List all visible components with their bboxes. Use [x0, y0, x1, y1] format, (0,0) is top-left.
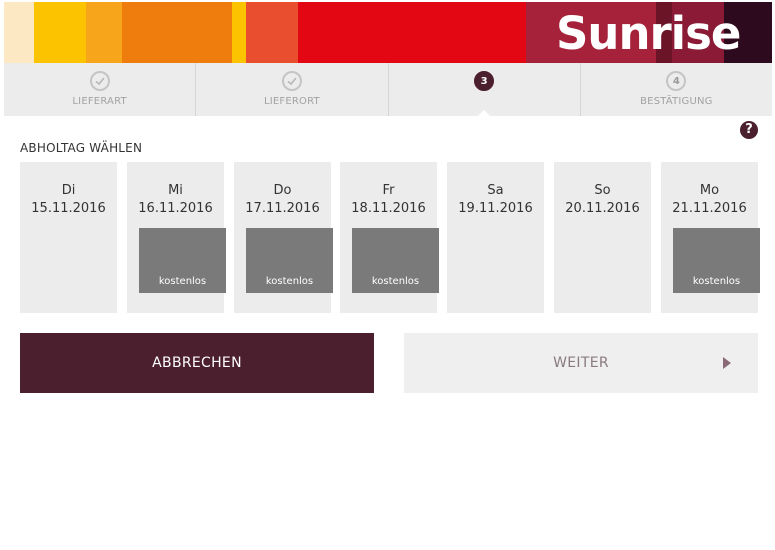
day-date: 21.11.2016	[672, 201, 747, 216]
step-label: LIEFERORT	[263, 96, 320, 107]
next-button[interactable]: WEITER	[404, 333, 758, 393]
day-date: 19.11.2016	[458, 201, 533, 216]
day-card[interactable]: Sa 19.11.2016	[447, 162, 544, 313]
banner-stripe	[4, 2, 34, 63]
slot-label: kostenlos	[371, 276, 420, 287]
help-icon[interactable]: ?	[740, 121, 758, 139]
day-card[interactable]: So 20.11.2016	[554, 162, 651, 313]
active-step-pointer	[477, 110, 492, 117]
slot-label: kostenlos	[692, 276, 741, 287]
chevron-right-icon	[723, 357, 731, 369]
banner-stripe	[34, 2, 86, 63]
day-weekday: So	[594, 183, 611, 198]
cancel-button[interactable]: ABBRECHEN	[20, 333, 374, 393]
slot-label: kostenlos	[158, 276, 207, 287]
day-card[interactable]: Mi 16.11.2016 kostenlos	[127, 162, 226, 313]
day-weekday: Mo	[699, 183, 720, 198]
step-abholtag: 3	[388, 63, 581, 117]
step-label: LIEFERART	[72, 96, 127, 107]
banner-stripe	[86, 2, 122, 63]
step-bestaetigung: 4 BESTÄTIGUNG	[581, 63, 772, 116]
step-number: 3	[474, 71, 495, 91]
day-weekday: Do	[273, 183, 292, 198]
banner-stripe	[298, 2, 526, 63]
next-button-label: WEITER	[553, 355, 609, 371]
pickup-slot[interactable]: kostenlos	[139, 228, 226, 293]
day-picker: Di 15.11.2016 Mi 16.11.2016 kostenlos Do…	[20, 162, 760, 313]
banner-stripe	[246, 2, 298, 63]
day-date: 16.11.2016	[138, 201, 213, 216]
pickup-slot[interactable]: kostenlos	[246, 228, 333, 293]
day-date: 20.11.2016	[565, 201, 640, 216]
checkout-steps: LIEFERART LIEFERORT 3 4 BESTÄTIGUNG	[4, 63, 772, 117]
banner-stripe	[122, 2, 232, 63]
brand-banner: Sunrise	[4, 2, 772, 63]
slot-label: kostenlos	[265, 276, 314, 287]
pickup-slot[interactable]: kostenlos	[352, 228, 439, 293]
section-title: ABHOLTAG WÄHLEN	[20, 141, 143, 155]
step-number: 4	[666, 71, 687, 91]
day-date: 18.11.2016	[351, 201, 426, 216]
check-icon	[281, 71, 302, 91]
day-card[interactable]: Mo 21.11.2016 kostenlos	[661, 162, 760, 313]
step-label: BESTÄTIGUNG	[640, 96, 713, 107]
sunrise-logo[interactable]: Sunrise	[556, 8, 741, 60]
banner-stripe	[232, 2, 246, 63]
day-date: 17.11.2016	[245, 201, 320, 216]
day-card[interactable]: Fr 18.11.2016 kostenlos	[340, 162, 439, 313]
pickup-slot[interactable]: kostenlos	[673, 228, 760, 293]
day-weekday: Sa	[487, 183, 504, 198]
day-weekday: Fr	[382, 183, 395, 198]
day-weekday: Mi	[168, 183, 183, 198]
day-card[interactable]: Di 15.11.2016	[20, 162, 117, 313]
step-lieferort[interactable]: LIEFERORT	[196, 63, 389, 116]
check-icon	[89, 71, 110, 91]
day-date: 15.11.2016	[31, 201, 106, 216]
step-lieferart[interactable]: LIEFERART	[4, 63, 197, 116]
day-card[interactable]: Do 17.11.2016 kostenlos	[234, 162, 333, 313]
day-weekday: Di	[61, 183, 76, 198]
